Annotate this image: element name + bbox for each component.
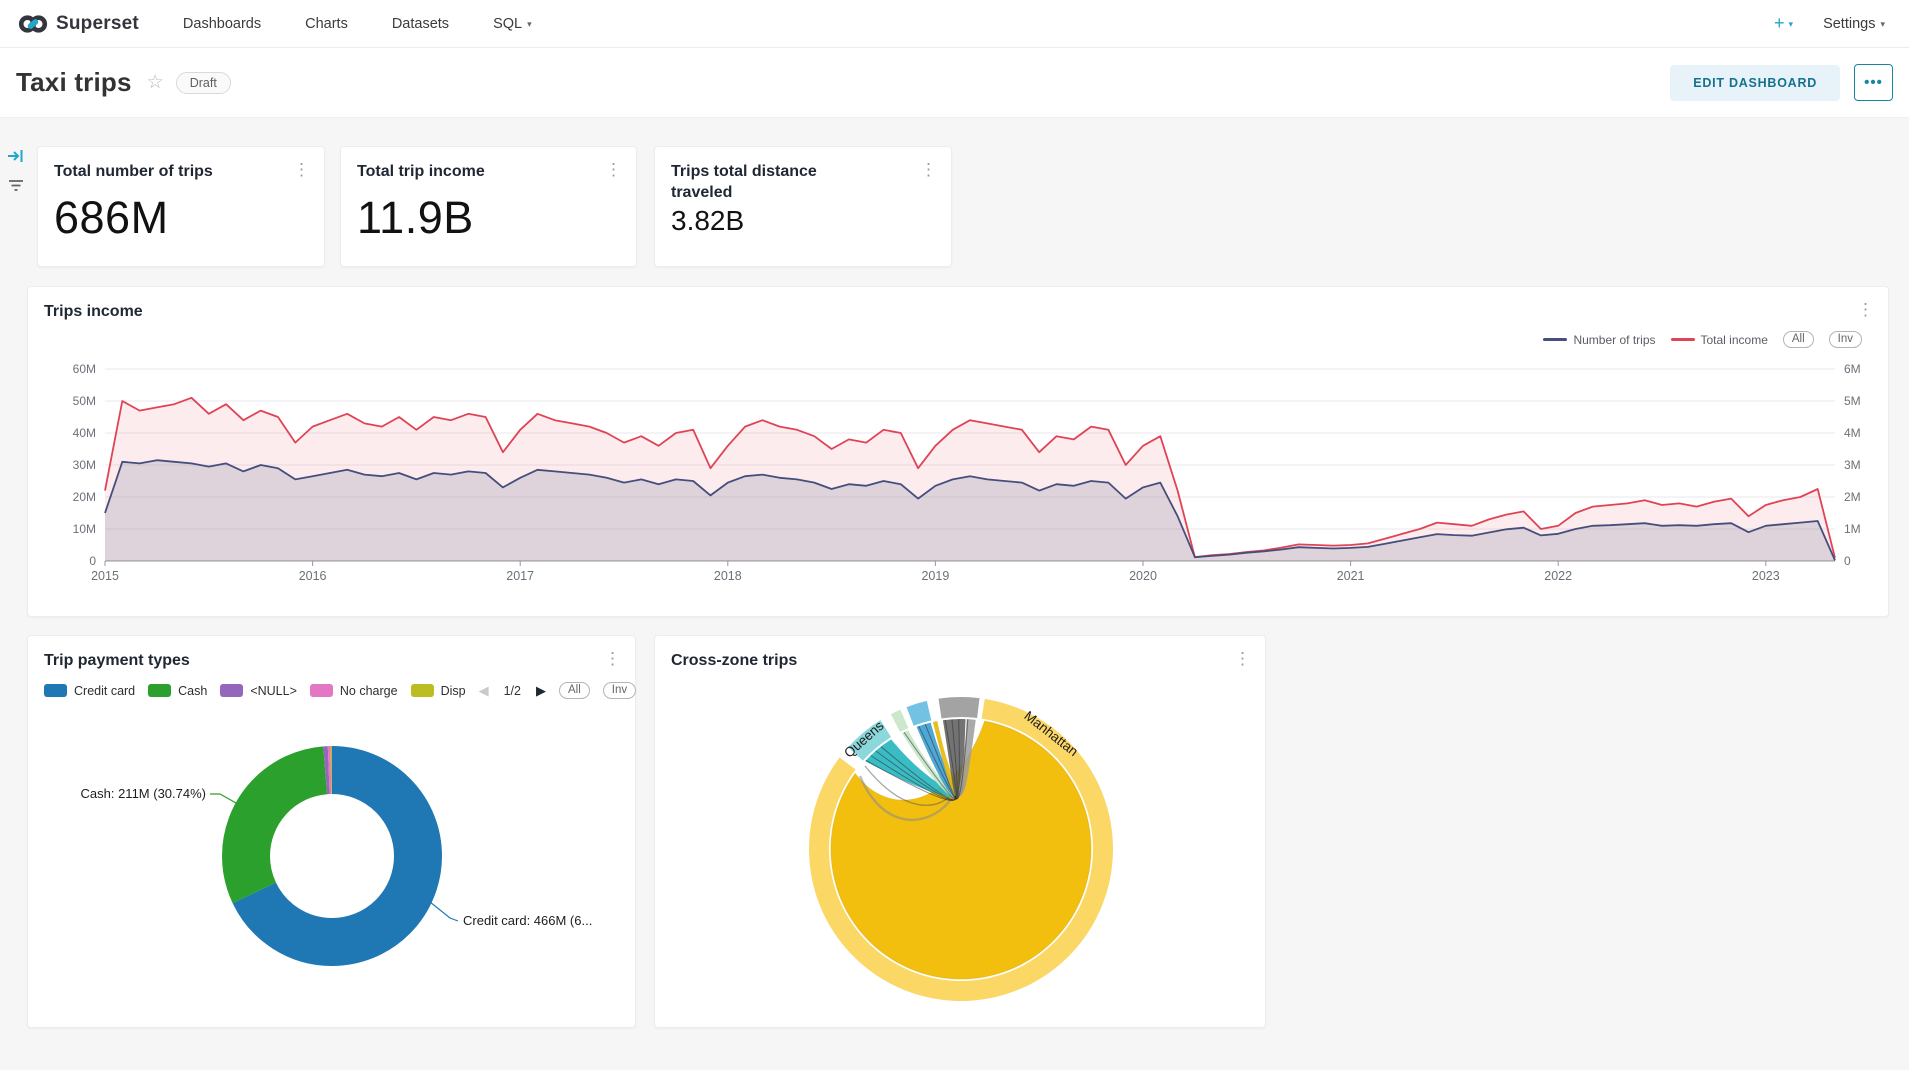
kebab-menu-icon[interactable] (600, 648, 625, 669)
edit-dashboard-button[interactable]: EDIT DASHBOARD (1670, 65, 1840, 101)
kpi-value: 686M (38, 182, 324, 244)
expand-filter-bar-icon[interactable] (7, 148, 25, 164)
dashboard-header: Taxi trips Draft EDIT DASHBOARD ••• (0, 48, 1909, 118)
svg-text:2017: 2017 (506, 569, 534, 583)
dashboard-more-button[interactable]: ••• (1854, 64, 1893, 101)
kebab-menu-icon[interactable] (289, 159, 314, 180)
kpi-card-trip-income: Total trip income 11.9B (340, 146, 637, 267)
svg-text:10M: 10M (73, 522, 96, 536)
kpi-card-total-trips: Total number of trips 686M (37, 146, 325, 267)
kpi-title: Trips total distance traveled (671, 161, 901, 203)
svg-text:2019: 2019 (921, 569, 949, 583)
zone-arc[interactable] (891, 710, 909, 732)
svg-text:40M: 40M (73, 426, 96, 440)
trips-income-line-chart[interactable]: 60M6M50M5M40M4M30M3M20M2M10M1M0020152016… (28, 357, 1890, 607)
zone-arc[interactable] (939, 697, 980, 718)
legend-item[interactable]: Total income (1671, 333, 1768, 347)
svg-text:2022: 2022 (1544, 569, 1572, 583)
settings-menu[interactable]: Settings (1823, 16, 1885, 32)
kebab-menu-icon[interactable] (601, 159, 626, 180)
nav-dashboards[interactable]: Dashboards (183, 16, 261, 32)
svg-text:2018: 2018 (714, 569, 742, 583)
cross-zone-panel: Cross-zone trips ManhattanQueens (654, 635, 1266, 1028)
kebab-menu-icon[interactable] (1853, 299, 1878, 320)
legend-item[interactable]: Number of trips (1543, 333, 1655, 347)
kpi-value: 3.82B (655, 203, 951, 237)
legend-label: Number of trips (1573, 333, 1655, 347)
panel-title: Trips income (44, 301, 1872, 322)
top-nav: Superset Dashboards Charts Datasets SQL … (0, 0, 1909, 48)
donut-label-cash: Cash: 211M (30.74%) (81, 786, 207, 801)
svg-text:50M: 50M (73, 394, 96, 408)
donut-label-credit-card: Credit card: 466M (6... (463, 913, 592, 928)
trips-income-panel: Trips income Number of trips Total income… (27, 286, 1889, 617)
svg-text:60M: 60M (73, 362, 96, 376)
svg-text:5M: 5M (1844, 394, 1861, 408)
brand-name: Superset (56, 13, 139, 35)
svg-text:2020: 2020 (1129, 569, 1157, 583)
legend-label: Total income (1701, 333, 1768, 347)
svg-text:0: 0 (1844, 554, 1851, 568)
superset-infinity-icon (18, 9, 48, 39)
filter-rail (4, 148, 28, 193)
favorite-star-icon[interactable] (147, 71, 164, 94)
svg-text:2023: 2023 (1752, 569, 1780, 583)
svg-text:2015: 2015 (91, 569, 119, 583)
nav-datasets[interactable]: Datasets (392, 16, 449, 32)
kebab-menu-icon[interactable] (1230, 648, 1255, 669)
trips-income-legend: Number of trips Total income All Inv (1543, 331, 1862, 348)
svg-text:20M: 20M (73, 490, 96, 504)
kpi-title: Total trip income (357, 161, 620, 182)
draft-badge: Draft (176, 72, 231, 94)
nav-sql-menu[interactable]: SQL (493, 16, 532, 32)
legend-all-button[interactable]: All (1783, 331, 1814, 348)
kpi-title: Total number of trips (54, 161, 308, 182)
nav-charts[interactable]: Charts (305, 16, 348, 32)
svg-text:0: 0 (89, 554, 96, 568)
svg-text:2M: 2M (1844, 490, 1861, 504)
svg-text:4M: 4M (1844, 426, 1861, 440)
superset-logo[interactable]: Superset (18, 9, 139, 39)
panel-title: Trip payment types (44, 650, 619, 671)
svg-text:2016: 2016 (299, 569, 327, 583)
new-item-button[interactable]: + (1774, 13, 1793, 34)
panel-title: Cross-zone trips (671, 650, 1249, 671)
page-title: Taxi trips (16, 67, 132, 98)
kpi-card-total-distance: Trips total distance traveled 3.82B (654, 146, 952, 267)
kpi-value: 11.9B (341, 182, 636, 244)
legend-inv-button[interactable]: Inv (1829, 331, 1862, 348)
legend-swatch (1543, 338, 1567, 341)
svg-text:3M: 3M (1844, 458, 1861, 472)
payment-types-donut-chart[interactable]: Cash: 211M (30.74%) Credit card: 466M (6.… (28, 696, 637, 1026)
zone-arc[interactable] (907, 701, 932, 726)
cross-zone-chord-chart[interactable]: ManhattanQueens (655, 696, 1267, 1026)
filter-icon[interactable] (8, 178, 24, 193)
svg-text:6M: 6M (1844, 362, 1861, 376)
svg-text:2021: 2021 (1337, 569, 1365, 583)
svg-text:1M: 1M (1844, 522, 1861, 536)
payment-types-panel: Trip payment types Credit cardCash<NULL>… (27, 635, 636, 1028)
svg-text:30M: 30M (73, 458, 96, 472)
legend-swatch (1671, 338, 1695, 341)
kebab-menu-icon[interactable] (916, 159, 941, 180)
